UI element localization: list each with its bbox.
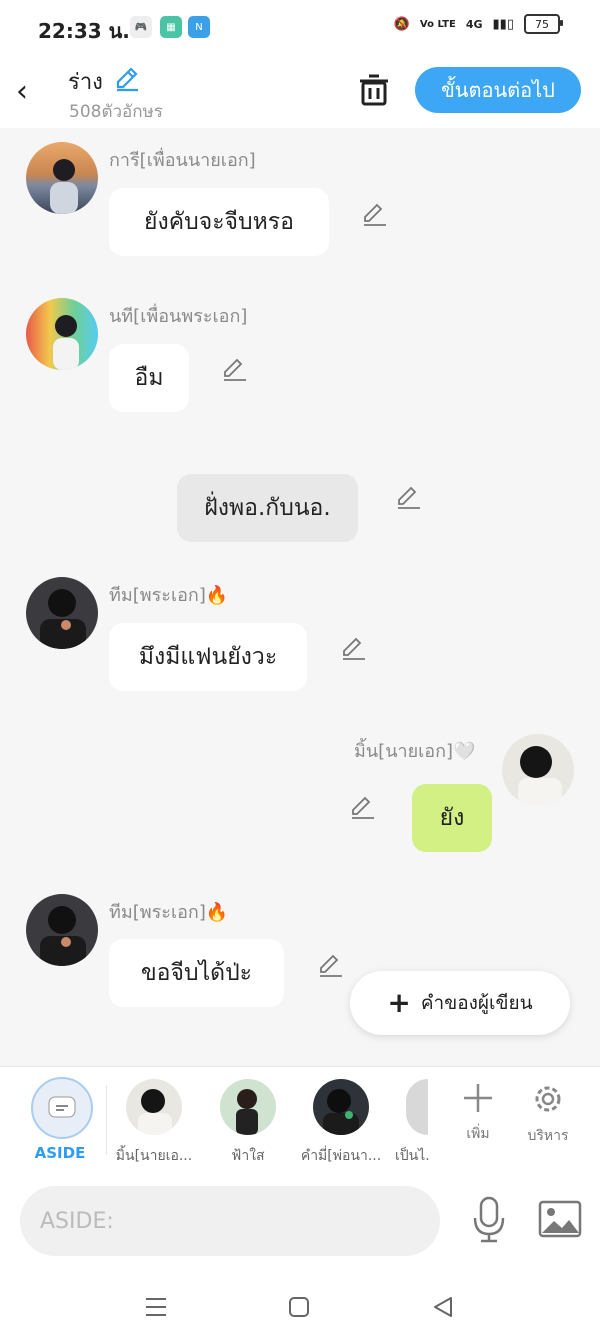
add-character-button[interactable]: เพิ่ม (448, 1081, 508, 1145)
character-avatar[interactable] (126, 1079, 182, 1135)
edit-message-pencil-icon[interactable] (362, 201, 388, 227)
message-bubble-self[interactable]: ยัง (412, 784, 492, 852)
avatar[interactable] (502, 734, 574, 806)
next-step-button[interactable]: ขั้นตอนต่อไป (415, 67, 581, 113)
character-avatar[interactable] (406, 1079, 428, 1135)
gear-icon (535, 1086, 561, 1112)
message-input[interactable]: ASIDE: (20, 1186, 440, 1256)
status-icons: 🔕 Vo LTE 4G ▮▮▯ 75 (393, 14, 563, 34)
edit-message-pencil-icon[interactable] (350, 794, 376, 820)
avatar[interactable] (26, 298, 98, 370)
draft-title: ร่าง (68, 70, 103, 95)
speaker-name: นที[เพื่อนพระเอก] (109, 306, 248, 327)
edit-message-pencil-icon[interactable] (222, 356, 248, 382)
aside-label: ASIDE (34, 1144, 86, 1162)
chat-area: การี[เพื่อนนายเอก] ยังคับจะจีบหรอ นที[เพ… (0, 128, 600, 1066)
character-name: คำมี่[พ่อนา... (300, 1148, 382, 1164)
edit-message-pencil-icon[interactable] (341, 635, 367, 661)
message-bubble[interactable]: มึงมีแฟนยังวะ (109, 623, 307, 691)
plus-icon: + (387, 986, 411, 1019)
app-icon: ▦ (160, 16, 182, 38)
back-arrow-icon[interactable]: ‹ (16, 74, 28, 109)
manage-characters-button[interactable]: บริหาร (518, 1081, 578, 1147)
status-time: 22:33 น. (38, 19, 130, 43)
volte-indicator: Vo LTE (419, 18, 456, 30)
speaker-name: ทีม[พระเอก]🔥 (109, 585, 229, 606)
character-name: มิ้น[นายเอ... (115, 1148, 193, 1164)
add-label: เพิ่ม (466, 1126, 490, 1142)
message-bubble[interactable]: ขอจีบได้ป่ะ (109, 939, 284, 1007)
system-nav-bar (0, 1270, 600, 1343)
microphone-icon[interactable] (470, 1196, 508, 1244)
network-indicator: 4G (465, 17, 483, 31)
edit-title-pencil-icon[interactable] (114, 65, 142, 93)
character-avatar[interactable] (220, 1079, 276, 1135)
author-note-button[interactable]: + คำของผู้เขียน (350, 971, 570, 1035)
manage-label: บริหาร (527, 1128, 569, 1144)
battery-icon: 75 (524, 14, 563, 34)
character-count: 508ตัวอักษร (69, 102, 163, 122)
top-bar: ‹ ร่าง 508ตัวอักษร ขั้นตอนต่อไป (0, 56, 600, 128)
signal-icon: ▮▮▯ (492, 16, 514, 32)
plus-icon (464, 1084, 492, 1112)
message-bubble[interactable]: อืม (109, 344, 189, 412)
back-icon[interactable] (432, 1296, 454, 1318)
character-avatar[interactable] (313, 1079, 369, 1135)
speaker-name: ทีม[พระเอก]🔥 (109, 902, 229, 923)
character-selector-bar: ASIDE มิ้น[นายเอ... ฟ้าใส คำมี่[พ่อนา...… (0, 1066, 600, 1175)
speaker-name: การี[เพื่อนนายเอก] (109, 150, 256, 171)
menu-icon[interactable] (144, 1296, 168, 1318)
novel-app-icon: N (188, 16, 210, 38)
trash-icon[interactable] (356, 72, 392, 108)
avatar[interactable] (26, 142, 98, 214)
status-bar: 22:33 น. 🎮 ▦ N 🔕 Vo LTE 4G ▮▮▯ 75 (0, 0, 600, 56)
input-bar: ASIDE: (0, 1174, 600, 1270)
narration-bubble[interactable]: ฝั่งพอ.กับนอ. (177, 474, 358, 542)
image-icon[interactable] (538, 1200, 582, 1238)
author-note-label: คำของผู้เขียน (420, 992, 533, 1014)
character-name: เป็นไ... (395, 1148, 429, 1164)
mute-icon: 🔕 (393, 16, 410, 32)
home-icon[interactable] (288, 1296, 310, 1318)
speaker-name: มิ้น[นายเอก]🤍 (354, 741, 476, 762)
divider (106, 1085, 107, 1155)
game-app-icon: 🎮 (130, 16, 152, 38)
aside-character-button[interactable] (31, 1077, 93, 1139)
avatar[interactable] (26, 894, 98, 966)
chat-bubble-icon (48, 1096, 76, 1118)
message-bubble[interactable]: ยังคับจะจีบหรอ (109, 188, 329, 256)
character-name: ฟ้าใส (231, 1148, 265, 1164)
avatar[interactable] (26, 577, 98, 649)
edit-message-pencil-icon[interactable] (396, 484, 422, 510)
edit-message-pencil-icon[interactable] (318, 952, 344, 978)
